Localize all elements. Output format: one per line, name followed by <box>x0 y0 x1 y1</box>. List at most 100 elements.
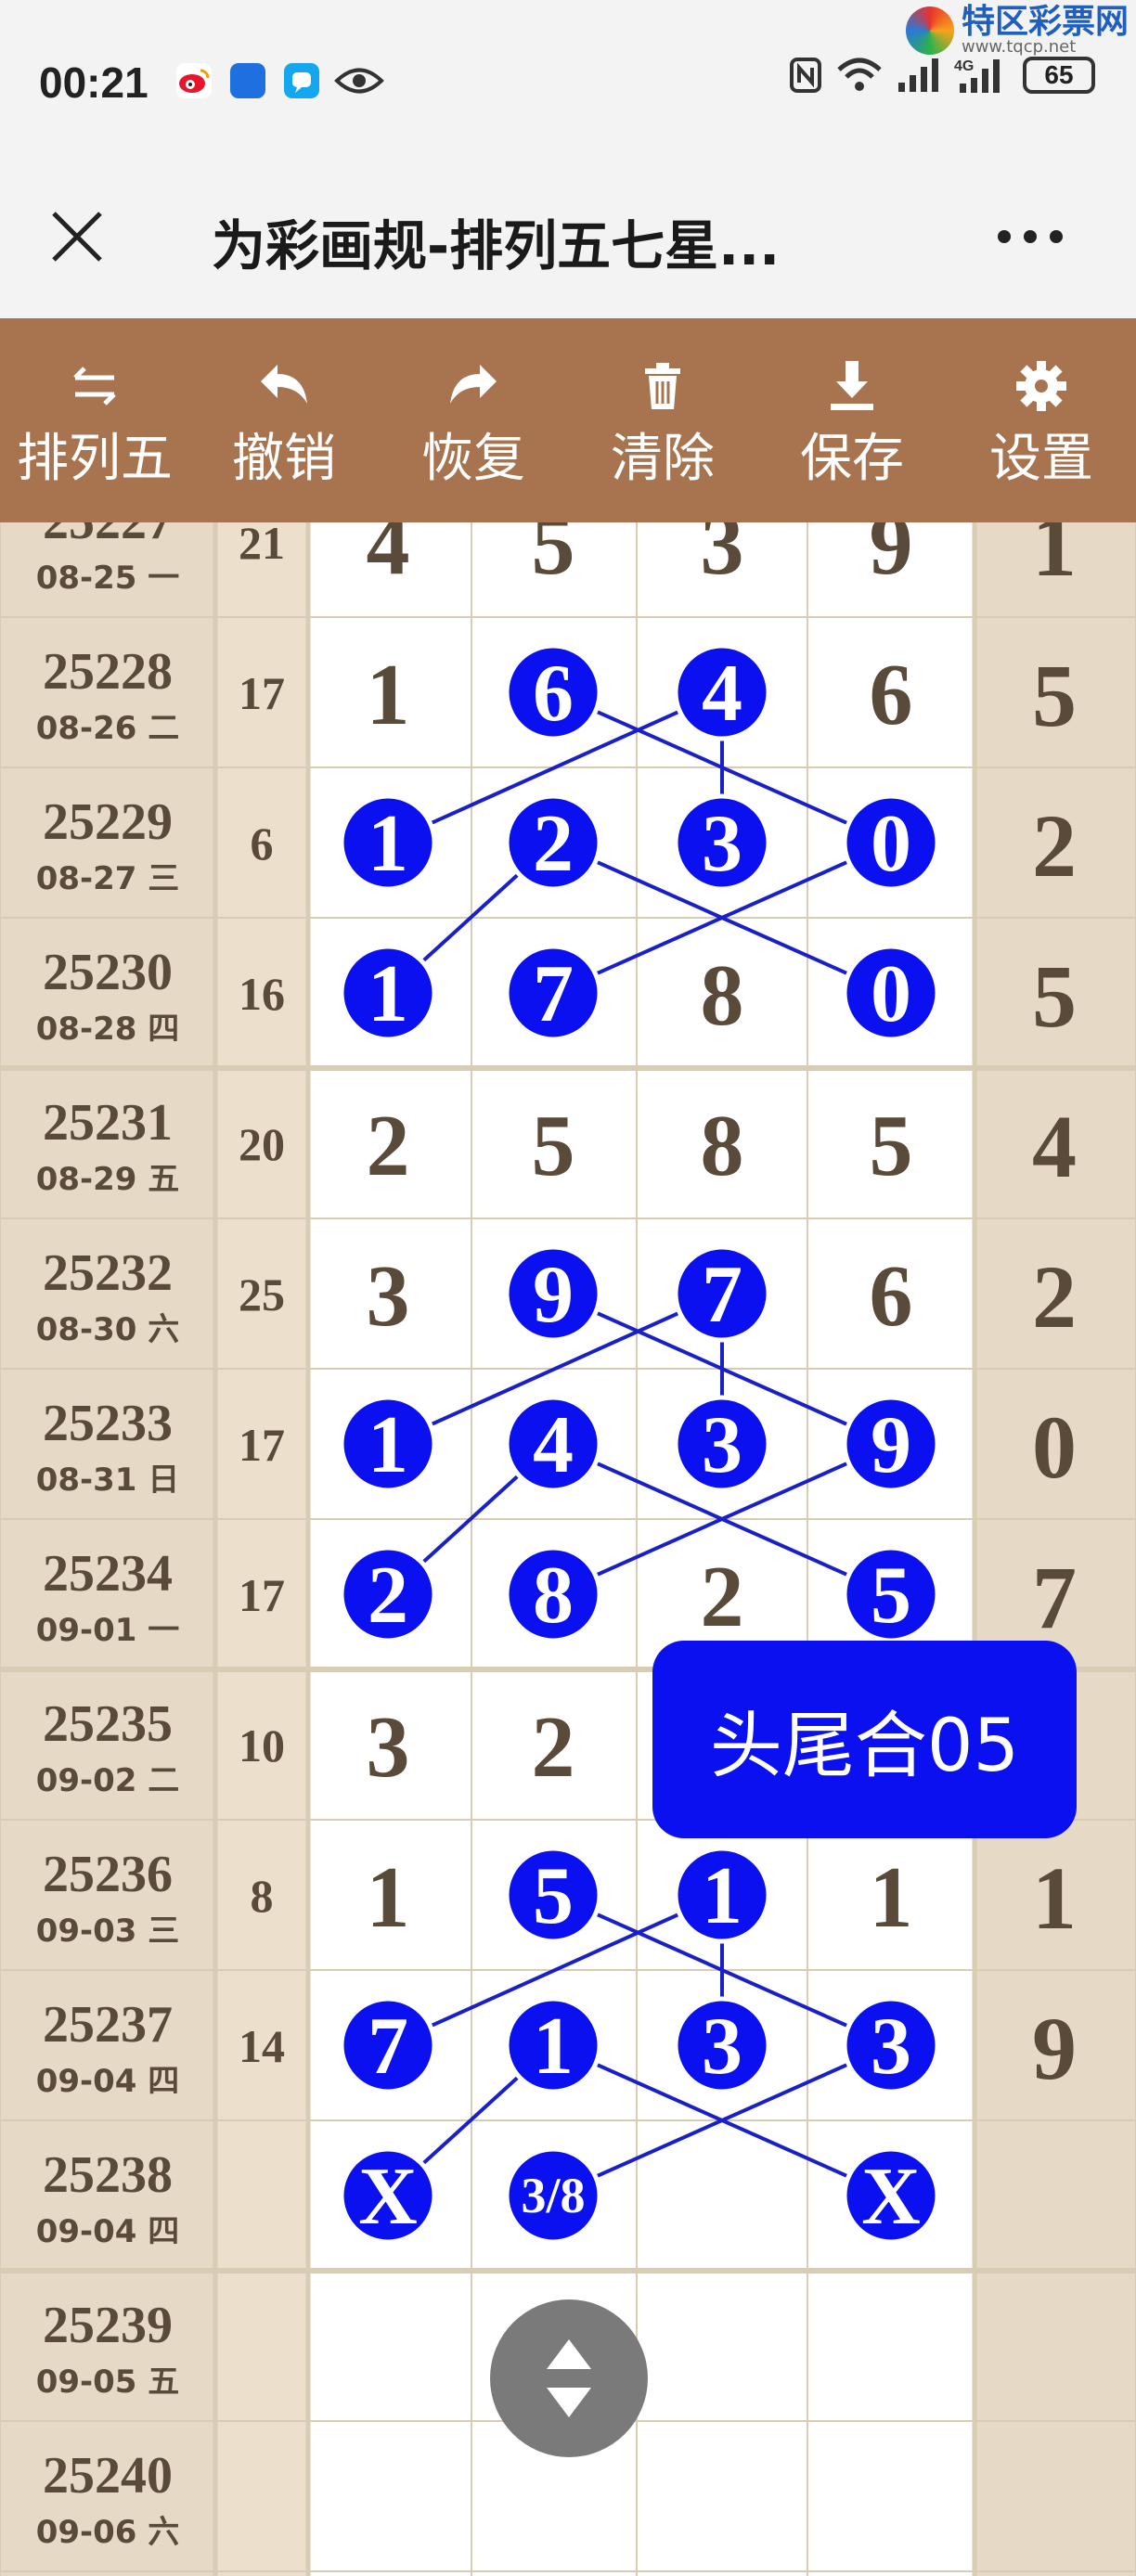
marked-digit: 2 <box>368 1551 408 1641</box>
marked-digit: 0 <box>871 949 911 1039</box>
marked-digit: X <box>861 2152 921 2242</box>
marked-digit: 7 <box>533 949 574 1039</box>
digit-sum: 17 <box>239 1419 285 1471</box>
toolbar-save[interactable]: 保存 <box>757 318 947 522</box>
issue-date: 09-06 六 <box>36 2514 180 2551</box>
draw-digit: 8 <box>701 1098 744 1194</box>
draw-digit: 5 <box>870 1098 913 1194</box>
toolbar-clear[interactable]: 清除 <box>568 318 757 522</box>
marked-digit: 1 <box>368 949 408 1039</box>
last-digit: 1 <box>1032 1848 1077 1948</box>
toolbar-switch-label: 排列五 <box>17 429 173 489</box>
digit-sum: 25 <box>239 1269 285 1320</box>
eye-icon <box>334 63 384 98</box>
issue-number: 25230 <box>43 944 173 1001</box>
draw-digit: 2 <box>367 1098 410 1194</box>
issue-date: 08-31 日 <box>36 1462 180 1499</box>
marked-digit: 0 <box>871 799 911 889</box>
digit-sum: 20 <box>239 1118 285 1170</box>
marked-digit: 3 <box>871 2002 911 2092</box>
draw-digit: 2 <box>532 1699 575 1796</box>
draw-digit: 1 <box>367 647 410 743</box>
marked-digit: 8 <box>533 1551 574 1641</box>
issue-number: 25235 <box>43 1695 173 1753</box>
marked-digit: 1 <box>702 1851 742 1941</box>
trash-icon <box>645 363 680 409</box>
title-bar: 为彩画规-排列五七星... <box>0 167 1136 318</box>
issue-date: 08-27 三 <box>36 860 180 897</box>
issue-date: 08-25 一 <box>36 560 180 597</box>
issue-number: 25229 <box>43 793 173 851</box>
close-icon[interactable] <box>45 204 110 269</box>
marked-digit: 4 <box>533 1400 574 1490</box>
draw-digit: 9 <box>870 522 913 593</box>
digit-sum: 21 <box>239 522 285 569</box>
draw-digit: 6 <box>870 1248 913 1345</box>
issue-date: 09-03 三 <box>36 1913 180 1950</box>
marked-digit: 7 <box>368 2002 408 2092</box>
signal-4g-icon: 4G <box>954 58 1000 93</box>
last-digit: 5 <box>1032 947 1077 1046</box>
marked-digit: X <box>358 2152 418 2242</box>
table-row: 25240 09-06 六 <box>36 2447 180 2551</box>
toast-message: 头尾合05 <box>652 1641 1077 1838</box>
draw-digit: 8 <box>701 947 744 1044</box>
draw-digit: 3 <box>367 1248 410 1345</box>
toolbar-redo-label: 恢复 <box>421 429 525 489</box>
last-digit: 9 <box>1032 1999 1077 2098</box>
draw-digit: 4 <box>367 522 410 593</box>
table-row: 25238 09-04 四 <box>36 2146 180 2250</box>
status-bar: 00:21 4G 65 特区彩票网 www.tqcp.net <box>0 0 1136 167</box>
toolbar-settings[interactable]: 设置 <box>947 318 1136 522</box>
issue-number: 25232 <box>43 1244 173 1302</box>
toolbar-settings-label: 设置 <box>989 429 1093 489</box>
marked-digit: 5 <box>533 1851 574 1941</box>
issue-date: 08-28 四 <box>36 1011 180 1048</box>
toolbar-save-label: 保存 <box>800 429 904 489</box>
wifi-icon <box>837 58 882 91</box>
issue-date: 08-26 二 <box>36 710 180 747</box>
toolbar-switch-game[interactable]: 排列五 <box>0 318 189 522</box>
chat-app-icon <box>284 63 319 98</box>
issue-number: 25228 <box>43 643 173 701</box>
watermark-url: www.tqcp.net <box>961 37 1077 57</box>
digit-sum: 10 <box>239 1719 285 1771</box>
issue-date: 09-04 四 <box>36 2063 180 2100</box>
digit-sum: 16 <box>239 968 285 1020</box>
last-digit: 5 <box>1032 646 1077 745</box>
trend-chart[interactable]: 2522708-25 一2112522808-26 二1752522908-27… <box>0 522 1136 2576</box>
weibo-app-icon <box>176 63 212 98</box>
toolbar-undo-label: 撤销 <box>232 429 336 489</box>
draw-digit: 3 <box>701 522 744 593</box>
toolbar-undo[interactable]: 撤销 <box>189 318 379 522</box>
battery-icon: 65 <box>1023 57 1095 94</box>
last-digit: 1 <box>1032 522 1077 595</box>
issue-date: 09-01 一 <box>36 1612 180 1649</box>
draw-digit: 1 <box>870 1849 913 1946</box>
redo-icon <box>450 365 497 404</box>
battery-level: 65 <box>1044 60 1074 89</box>
trend-chart-svg: 2522708-25 一2112522808-26 二1752522908-27… <box>0 522 1136 2576</box>
issue-date: 09-05 五 <box>36 2363 180 2401</box>
nfc-icon <box>790 58 821 93</box>
digit-sum: 6 <box>251 818 274 869</box>
marked-digit: 5 <box>871 1551 911 1641</box>
scroll-toggle-button[interactable] <box>490 2299 648 2457</box>
traffic-app-icon <box>230 63 265 98</box>
watermark-name: 特区彩票网 <box>961 3 1129 41</box>
marked-digit: 6 <box>533 649 574 739</box>
watermark: 特区彩票网 www.tqcp.net <box>905 3 1129 57</box>
issue-number: 25236 <box>43 1846 173 1903</box>
download-icon <box>831 361 873 410</box>
marked-digit: 4 <box>702 649 742 739</box>
draw-digit: 5 <box>532 522 575 593</box>
undo-icon <box>261 365 307 404</box>
marked-digit: 3 <box>702 799 742 889</box>
toolbar-redo[interactable]: 恢复 <box>379 318 568 522</box>
more-menu-icon[interactable] <box>993 223 1067 251</box>
issue-date: 08-29 五 <box>36 1161 180 1198</box>
last-digit: 7 <box>1032 1548 1077 1647</box>
page-title: 为彩画规-排列五七星... <box>212 214 781 277</box>
draw-digit: 6 <box>870 647 913 743</box>
toolbar-clear-label: 清除 <box>611 429 715 489</box>
